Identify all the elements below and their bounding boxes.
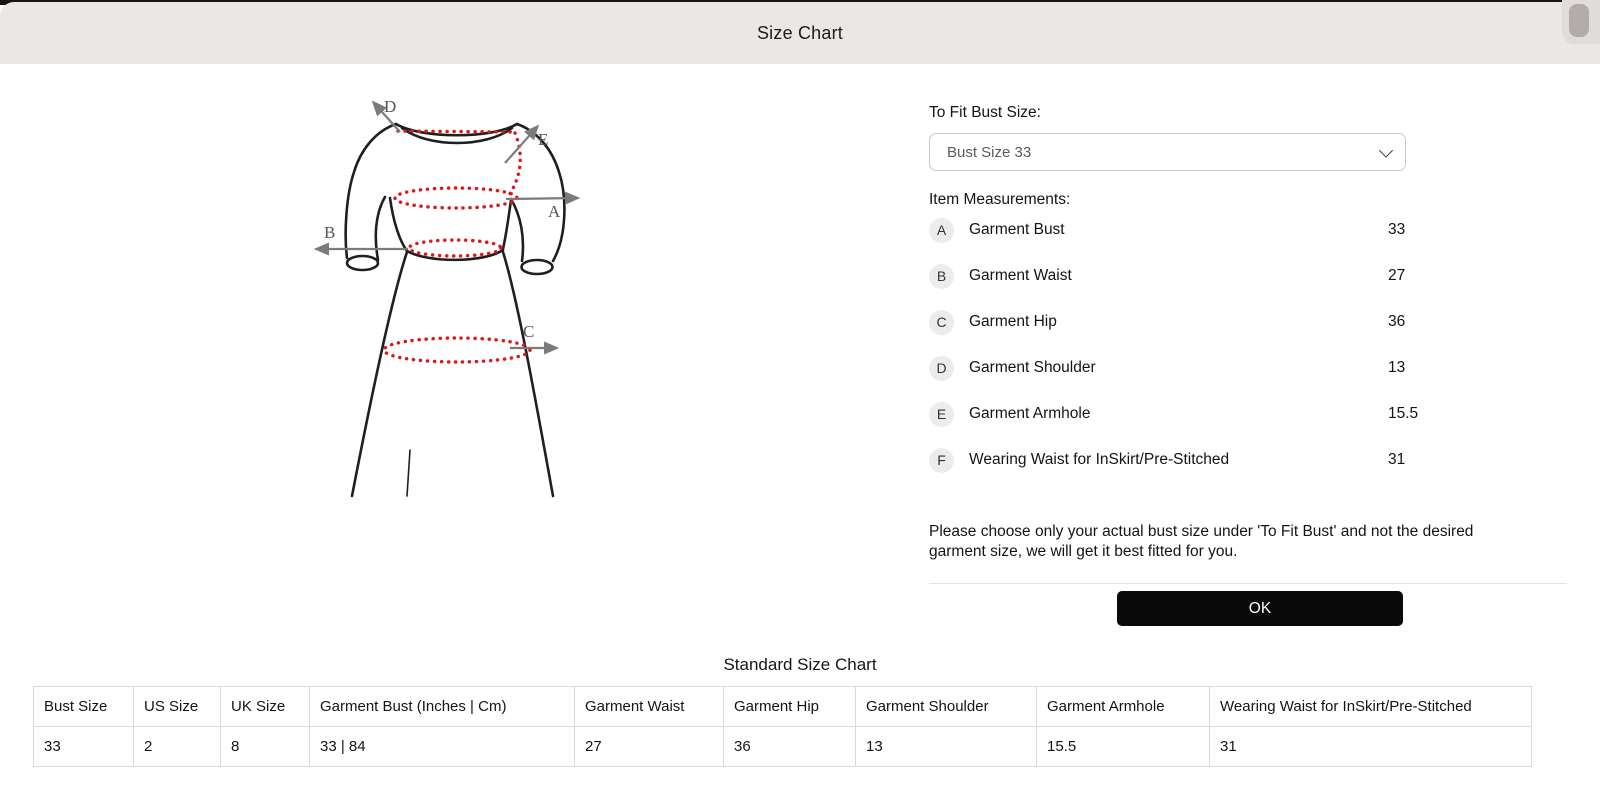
table-cell: 13 [856, 727, 1037, 767]
table-cell: 8 [221, 727, 310, 767]
diagram-label-b: B [324, 223, 335, 242]
fit-bust-label: To Fit Bust Size: [929, 104, 1041, 122]
column-header: Garment Waist [575, 687, 724, 727]
dress-measurement-diagram: D E A B C [300, 85, 600, 505]
page-title: Size Chart [757, 23, 843, 44]
measurement-value: 15.5 [1388, 405, 1418, 423]
table-cell: 15.5 [1037, 727, 1210, 767]
measurement-row: E Garment Armhole 15.5 [929, 391, 1567, 437]
dress-outline [346, 124, 565, 496]
measurement-value: 27 [1388, 267, 1405, 285]
diagram-label-a: A [548, 202, 561, 221]
measurement-label: Garment Bust [969, 221, 1065, 239]
column-header: Wearing Waist for InSkirt/Pre-Stitched [1210, 687, 1532, 727]
table-cell: 33 [34, 727, 134, 767]
measurement-value: 36 [1388, 313, 1405, 331]
modal-header: Size Chart [0, 2, 1600, 64]
standard-size-chart-title: Standard Size Chart [0, 655, 1600, 675]
fit-note: Please choose only your actual bust size… [929, 522, 1489, 561]
table-cell: 2 [134, 727, 221, 767]
size-chart-modal: Size Chart [0, 0, 1600, 811]
table-header-row: Bust SizeUS SizeUK SizeGarment Bust (Inc… [34, 687, 1532, 727]
measurement-row: F Wearing Waist for InSkirt/Pre-Stitched 3… [929, 437, 1567, 483]
column-header: US Size [134, 687, 221, 727]
measurement-label: Wearing Waist for InSkirt/Pre-Stitched [969, 451, 1229, 469]
bust-size-select-wrap: Bust Size 33 [929, 133, 1406, 171]
measurement-label: Garment Waist [969, 267, 1072, 285]
column-header: Garment Shoulder [856, 687, 1037, 727]
measurement-value: 31 [1388, 451, 1405, 469]
measurements-list: A Garment Bust 33 B Garment Waist 27 C Garment … [929, 207, 1567, 483]
column-header: Bust Size [34, 687, 134, 727]
measurement-key-badge: B [929, 264, 954, 289]
measurement-value: 33 [1388, 221, 1405, 239]
ok-button[interactable]: OK [1117, 591, 1403, 626]
measurement-row: D Garment Shoulder 13 [929, 345, 1567, 391]
table-cell: 31 [1210, 727, 1532, 767]
column-header: Garment Armhole [1037, 687, 1210, 727]
measurement-panel: To Fit Bust Size: Bust Size 33 Item Meas… [929, 100, 1567, 640]
measurement-value: 13 [1388, 359, 1405, 377]
measurement-row: A Garment Bust 33 [929, 207, 1567, 253]
column-header: UK Size [221, 687, 310, 727]
measurement-label: Garment Armhole [969, 405, 1090, 423]
measurement-key-badge: A [929, 218, 954, 243]
table-cell: 33 | 84 [310, 727, 575, 767]
column-header: Garment Bust (Inches | Cm) [310, 687, 575, 727]
scrollbar-thumb[interactable] [1569, 4, 1589, 37]
measurement-key-badge: D [929, 356, 954, 381]
bust-size-select[interactable]: Bust Size 33 [929, 133, 1406, 171]
measurement-key-badge: E [929, 402, 954, 427]
measurement-key-badge: C [929, 310, 954, 335]
diagram-label-d: D [384, 97, 396, 116]
column-header: Garment Hip [724, 687, 856, 727]
measurement-label: Garment Hip [969, 313, 1057, 331]
measurement-key-badge: F [929, 448, 954, 473]
diagram-label-e: E [538, 130, 548, 149]
measurement-label: Garment Shoulder [969, 359, 1096, 377]
footer-divider [929, 583, 1567, 584]
measurement-row: B Garment Waist 27 [929, 253, 1567, 299]
standard-size-chart-table: Bust SizeUS SizeUK SizeGarment Bust (Inc… [33, 686, 1532, 767]
measurement-dotted-lines [384, 131, 530, 362]
diagram-label-c: C [523, 322, 534, 341]
table-row: 332833 | 8427361315.531 [34, 727, 1532, 767]
table-cell: 36 [724, 727, 856, 767]
table-cell: 27 [575, 727, 724, 767]
measurement-row: C Garment Hip 36 [929, 299, 1567, 345]
